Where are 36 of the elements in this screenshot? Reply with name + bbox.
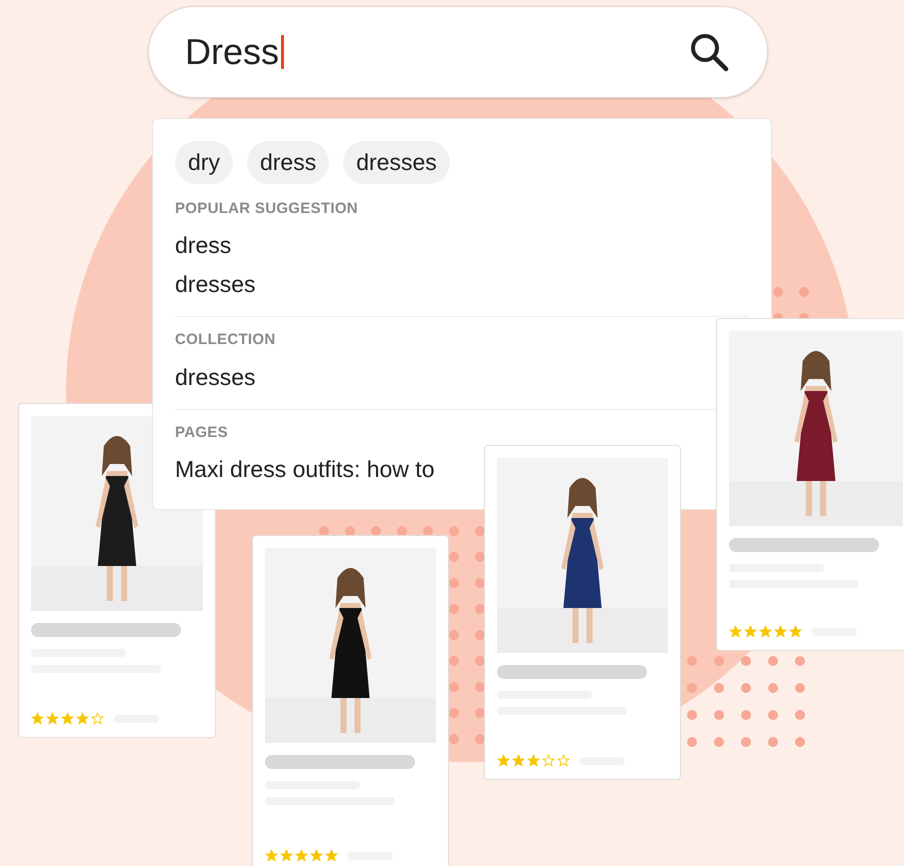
star-icon	[91, 712, 104, 725]
section-heading: POPULAR SUGGESTION	[175, 198, 358, 218]
star-icon	[310, 849, 323, 862]
suggestion-chip[interactable]: dresses	[343, 141, 450, 184]
star-icon	[325, 849, 338, 862]
star-icon	[31, 712, 44, 725]
star-icon	[744, 625, 757, 638]
product-card[interactable]	[484, 445, 681, 780]
suggestion-chip[interactable]: dress	[246, 141, 330, 184]
star-icon	[46, 712, 59, 725]
star-icon	[789, 625, 802, 638]
star-icon	[759, 625, 772, 638]
star-icon	[512, 754, 525, 767]
star-icon	[265, 849, 278, 862]
star-icon	[557, 754, 570, 767]
star-icon	[542, 754, 555, 767]
star-icon	[280, 849, 293, 862]
star-icon	[527, 754, 540, 767]
suggestion-chip[interactable]: dry	[175, 141, 233, 184]
star-icon	[61, 712, 74, 725]
suggestion-item[interactable]: dresses	[175, 358, 256, 396]
star-icon	[76, 712, 89, 725]
star-icon	[497, 754, 510, 767]
star-icon	[729, 625, 742, 638]
star-icon	[774, 625, 787, 638]
text-cursor	[281, 35, 284, 69]
search-field[interactable]: Dress	[148, 6, 768, 98]
suggestion-item[interactable]: Maxi dress outfits: how to	[175, 450, 434, 489]
product-card[interactable]	[716, 318, 904, 651]
section-heading: PAGES	[175, 422, 228, 442]
star-icon	[295, 849, 308, 862]
suggestion-item[interactable]: dresses	[175, 265, 256, 304]
product-card[interactable]	[252, 535, 449, 866]
search-text: Dress	[185, 30, 280, 74]
suggestion-item[interactable]: dress	[175, 226, 232, 265]
section-heading: COLLECTION	[175, 330, 276, 350]
